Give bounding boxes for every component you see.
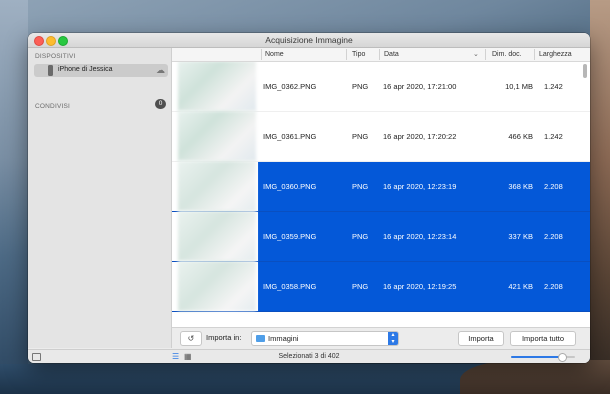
cell-size: 466 KB (508, 132, 533, 141)
cell-type: PNG (352, 182, 369, 191)
cell-date: 16 apr 2020, 17:21:00 (383, 82, 457, 91)
table-row-selected[interactable]: IMG_0359.PNG PNG 16 apr 2020, 12:23:14 3… (172, 211, 590, 262)
column-header-width[interactable]: Larghezza (539, 51, 572, 58)
devices-heading: DISPOSITIVI (35, 53, 76, 60)
vertical-scrollbar[interactable] (583, 64, 587, 78)
cell-size: 337 KB (508, 232, 533, 241)
sort-descending-icon: ⌄ (473, 51, 479, 58)
import-all-button[interactable]: Importa tutto (510, 331, 576, 346)
cell-name: IMG_0361.PNG (263, 132, 317, 141)
desktop-background-rock (460, 360, 610, 394)
cell-name: IMG_0359.PNG (263, 232, 317, 241)
column-separator[interactable] (379, 49, 380, 60)
cell-type: PNG (352, 282, 369, 291)
column-header-type[interactable]: Tipo (352, 51, 365, 58)
column-header-name[interactable]: Nome (265, 51, 284, 58)
sidebar-item-iphone[interactable]: iPhone di Jessica ☁ (34, 64, 168, 77)
cell-size: 421 KB (508, 282, 533, 291)
slider-fill (511, 356, 563, 358)
cell-width: 2.208 (544, 182, 563, 191)
image-thumbnail (178, 111, 256, 161)
thumbnail-size-slider[interactable] (511, 353, 575, 362)
cell-width: 2.208 (544, 232, 563, 241)
destination-value: Immagini (268, 334, 299, 343)
shared-heading: CONDIVISI (35, 103, 71, 110)
table-header: Nome Tipo Data ⌄ Dim. doc. Larghezza (172, 48, 590, 62)
device-label: iPhone di Jessica (58, 66, 113, 73)
import-toolbar: ↺ Importa in: Immagini ▴ ▾ Importa Import… (172, 327, 590, 350)
table-row[interactable]: IMG_0362.PNG PNG 16 apr 2020, 17:21:00 1… (172, 62, 590, 112)
rotate-left-icon: ↺ (187, 334, 195, 343)
import-in-label: Importa in: (206, 333, 242, 342)
column-header-size[interactable]: Dim. doc. (492, 51, 522, 58)
cell-size: 10,1 MB (505, 82, 533, 91)
column-separator[interactable] (346, 49, 347, 60)
column-separator[interactable] (534, 49, 535, 60)
iphone-icon (48, 65, 53, 76)
table-row-selected[interactable]: IMG_0360.PNG PNG 16 apr 2020, 12:23:19 3… (172, 161, 590, 212)
shared-count-badge: 0 (155, 99, 166, 109)
title-bar[interactable]: Acquisizione Immagine (28, 33, 590, 48)
column-separator[interactable] (261, 49, 262, 60)
cell-name: IMG_0360.PNG (263, 182, 317, 191)
sidebar: DISPOSITIVI iPhone di Jessica ☁ CONDIVIS… (28, 48, 172, 348)
table-row[interactable]: IMG_0361.PNG PNG 16 apr 2020, 17:20:22 4… (172, 111, 590, 162)
rotate-button[interactable]: ↺ (180, 331, 202, 346)
cell-date: 16 apr 2020, 12:23:19 (383, 182, 457, 191)
image-thumbnail (178, 261, 256, 311)
selection-status: Selezionati 3 di 402 (278, 353, 340, 360)
image-thumbnail (178, 161, 256, 211)
status-bar: ☰ ▦ Selezionati 3 di 402 (28, 349, 590, 363)
table-body: IMG_0362.PNG PNG 16 apr 2020, 17:21:00 1… (172, 62, 590, 314)
cloud-icon: ☁ (156, 65, 165, 75)
cell-type: PNG (352, 232, 369, 241)
cell-name: IMG_0362.PNG (263, 82, 317, 91)
table-row-selected[interactable]: IMG_0358.PNG PNG 16 apr 2020, 12:19:25 4… (172, 261, 590, 312)
cell-width: 1.242 (544, 132, 563, 141)
cell-date: 16 apr 2020, 17:20:22 (383, 132, 457, 141)
folder-icon (256, 335, 265, 342)
cell-type: PNG (352, 132, 369, 141)
cell-date: 16 apr 2020, 12:19:25 (383, 282, 457, 291)
select-arrows-icon: ▴ ▾ (388, 332, 398, 345)
cell-size: 368 KB (508, 182, 533, 191)
import-button[interactable]: Importa (458, 331, 504, 346)
desktop-background-left (0, 0, 28, 394)
column-header-date[interactable]: Data (384, 51, 399, 58)
window-title: Acquisizione Immagine (265, 35, 353, 45)
image-capture-window: Acquisizione Immagine DISPOSITIVI iPhone… (28, 33, 590, 363)
desktop-background-right (590, 0, 610, 394)
column-separator[interactable] (485, 49, 486, 60)
cell-width: 2.208 (544, 282, 563, 291)
slider-knob[interactable] (558, 353, 568, 362)
cell-type: PNG (352, 82, 369, 91)
cell-date: 16 apr 2020, 12:23:14 (383, 232, 457, 241)
cell-name: IMG_0358.PNG (263, 282, 317, 291)
image-list: Nome Tipo Data ⌄ Dim. doc. Larghezza IMG… (172, 48, 590, 348)
image-thumbnail (178, 211, 256, 261)
image-thumbnail (178, 62, 256, 111)
cell-width: 1.242 (544, 82, 563, 91)
destination-select[interactable]: Immagini ▴ ▾ (251, 331, 399, 346)
